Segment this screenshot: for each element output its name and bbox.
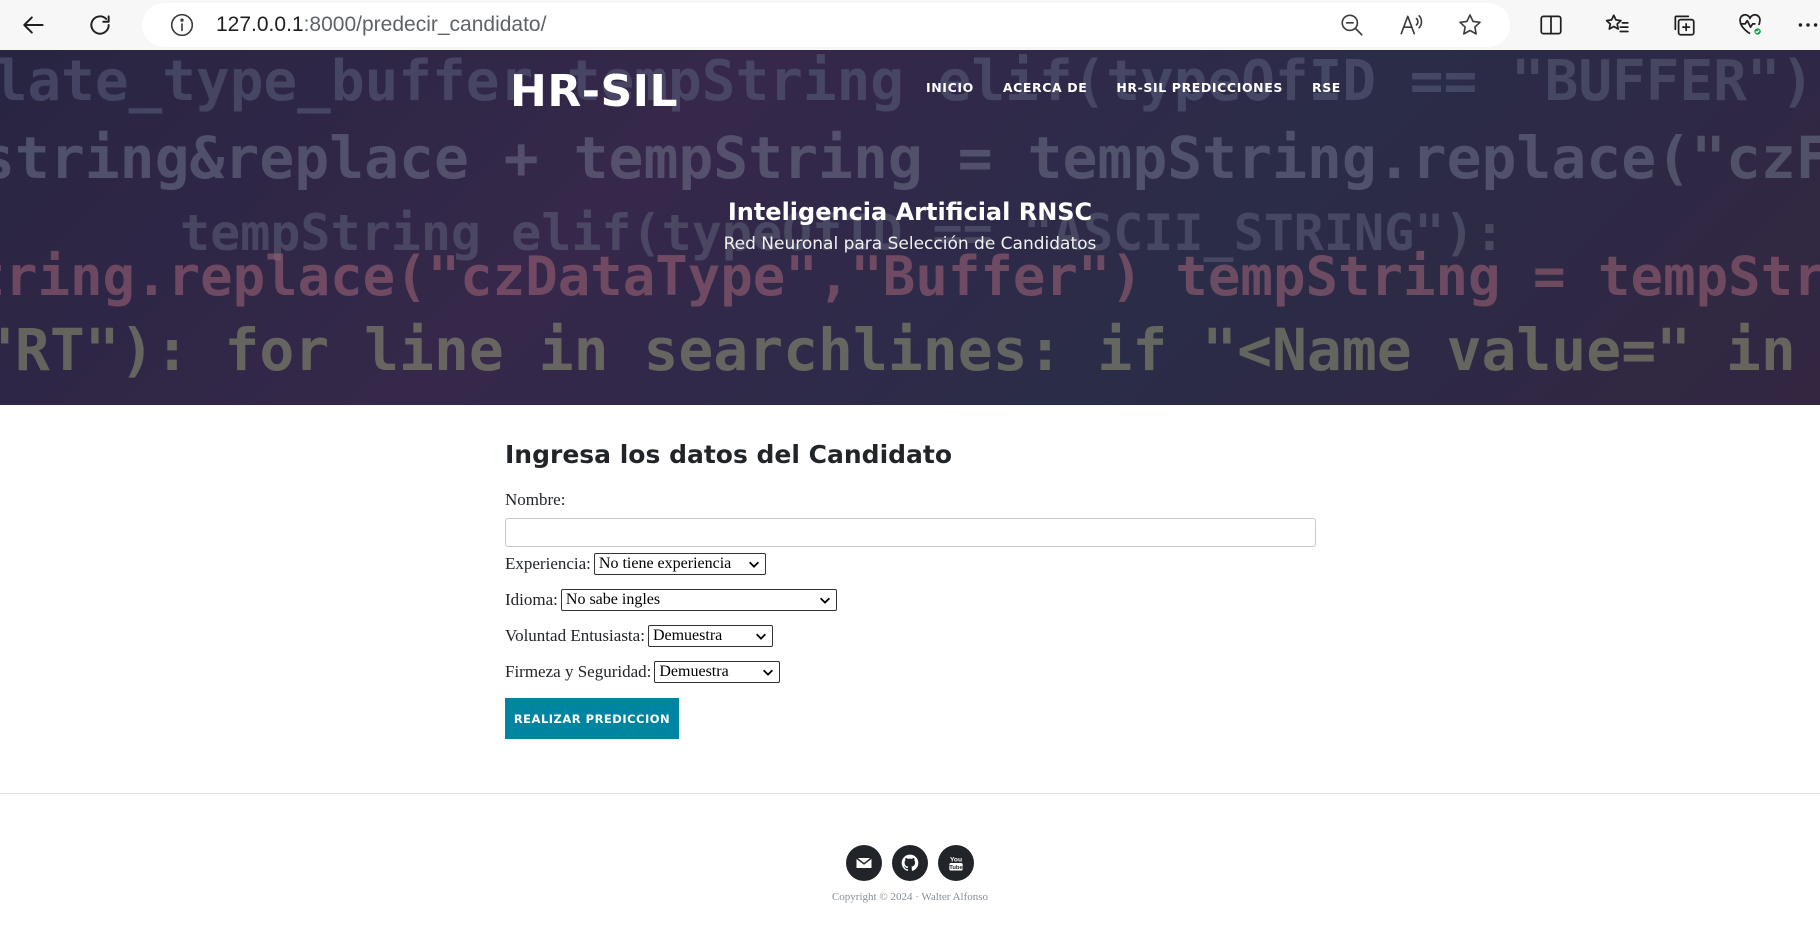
voluntad-selected-value: Demuestra: [652, 627, 723, 644]
footer-divider: [0, 793, 1820, 794]
collections-icon[interactable]: [1666, 7, 1702, 43]
envelope-icon: [856, 857, 872, 868]
url-text[interactable]: 127.0.0.1:8000/predecir_candidato/: [216, 13, 546, 37]
back-button[interactable]: [15, 6, 53, 44]
reload-icon: [90, 15, 110, 35]
idioma-row: Idioma: No sabe ingles: [505, 589, 837, 611]
brand-logo-link[interactable]: HR-SIL: [510, 66, 678, 117]
form-heading: Ingresa los datos del Candidato: [505, 440, 953, 469]
idioma-selected-value: No sabe ingles: [565, 591, 661, 608]
nombre-input[interactable]: [505, 518, 1316, 547]
github-icon: [901, 854, 919, 871]
youtube-icon: You Tube: [949, 856, 963, 871]
idioma-label: Idioma:: [505, 590, 558, 609]
url-path: :8000/predecir_candidato/: [303, 13, 547, 36]
firmeza-selected-value: Demuestra: [659, 663, 729, 680]
chevron-down-icon: [819, 597, 830, 604]
github-link[interactable]: [892, 845, 928, 881]
nav-link-predicciones[interactable]: HR-SIL PREDICCIONES: [1116, 80, 1283, 95]
browser-toolbar: 127.0.0.1:8000/predecir_candidato/: [0, 0, 1820, 50]
zoom-out-icon[interactable]: [1334, 7, 1370, 43]
chevron-down-icon: [748, 561, 759, 568]
candidate-form-section: Ingresa los datos del Candidato Nombre: …: [505, 440, 1317, 739]
address-bar[interactable]: 127.0.0.1:8000/predecir_candidato/: [142, 3, 1510, 47]
voluntad-row: Voluntad Entusiasta: Demuestra: [505, 625, 773, 647]
reload-button[interactable]: [81, 6, 119, 44]
firmeza-row: Firmeza y Seguridad: Demuestra: [505, 661, 781, 683]
main-nav: INICIO ACERCA DE HR-SIL PREDICCIONES RSE: [926, 80, 1370, 95]
svg-text:You: You: [950, 856, 962, 863]
browser-essentials-icon[interactable]: [1732, 7, 1768, 43]
split-screen-icon[interactable]: [1533, 7, 1569, 43]
nav-link-acerca-de[interactable]: ACERCA DE: [1003, 80, 1088, 95]
favorite-star-icon[interactable]: [1452, 7, 1488, 43]
hero-overlay: [0, 50, 1820, 405]
experiencia-label: Experiencia:: [505, 554, 591, 573]
nav-link-inicio[interactable]: INICIO: [926, 80, 974, 95]
site-info-icon[interactable]: [164, 7, 200, 43]
experiencia-row: Experiencia: No tiene experiencia: [505, 553, 766, 575]
experiencia-selected-value: No tiene experiencia: [598, 555, 732, 572]
hero-header: plate_type_buffer tempString elif(typeOf…: [0, 50, 1820, 405]
back-arrow-icon: [23, 16, 44, 34]
url-host: 127.0.0.1: [216, 13, 304, 36]
nombre-label: Nombre:: [505, 490, 566, 509]
read-aloud-icon[interactable]: [1393, 7, 1429, 43]
hero-subtitle: Red Neuronal para Selección de Candidato…: [723, 234, 1097, 254]
voluntad-label: Voluntad Entusiasta:: [505, 626, 645, 645]
svg-text:Tube: Tube: [949, 865, 963, 871]
voluntad-select[interactable]: Demuestra: [647, 625, 773, 647]
social-links: You Tube: [0, 845, 1820, 881]
youtube-link[interactable]: You Tube: [938, 845, 974, 881]
favorites-icon[interactable]: [1599, 7, 1635, 43]
more-options-icon[interactable]: [1790, 7, 1820, 43]
experiencia-select[interactable]: No tiene experiencia: [593, 553, 766, 575]
hero-title: Inteligencia Artificial RNSC: [727, 198, 1093, 226]
chevron-down-icon: [755, 633, 766, 640]
realizar-prediccion-button[interactable]: REALIZAR PREDICCION: [505, 698, 679, 739]
email-link[interactable]: [846, 845, 882, 881]
chevron-down-icon: [763, 669, 774, 676]
copyright-text: Copyright © 2024 · Walter Alfonso: [831, 891, 989, 903]
idioma-select[interactable]: No sabe ingles: [560, 589, 837, 611]
firmeza-label: Firmeza y Seguridad:: [505, 662, 652, 681]
nav-link-rse[interactable]: RSE: [1312, 80, 1341, 95]
firmeza-select[interactable]: Demuestra: [654, 661, 781, 683]
